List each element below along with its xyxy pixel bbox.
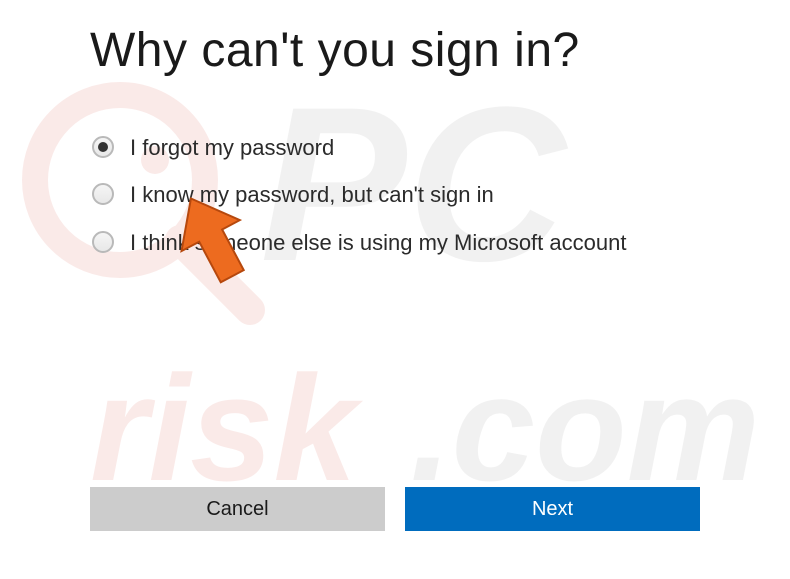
radio-icon [92, 183, 114, 205]
dialog-title: Why can't you sign in? [90, 25, 700, 78]
options-group: I forgot my password I know my password,… [90, 133, 700, 258]
signin-reason-dialog: Why can't you sign in? I forgot my passw… [0, 0, 790, 579]
option-forgot-password[interactable]: I forgot my password [92, 133, 700, 163]
radio-icon [92, 231, 114, 253]
option-someone-else-using-account[interactable]: I think someone else is using my Microso… [92, 228, 700, 258]
option-label: I forgot my password [130, 133, 334, 163]
cancel-button[interactable]: Cancel [90, 487, 385, 531]
radio-icon [92, 136, 114, 158]
option-label: I know my password, but can't sign in [130, 180, 494, 210]
option-label: I think someone else is using my Microso… [130, 228, 626, 258]
option-know-password-cant-signin[interactable]: I know my password, but can't sign in [92, 180, 700, 210]
next-button[interactable]: Next [405, 487, 700, 531]
dialog-button-row: Cancel Next [90, 487, 700, 531]
